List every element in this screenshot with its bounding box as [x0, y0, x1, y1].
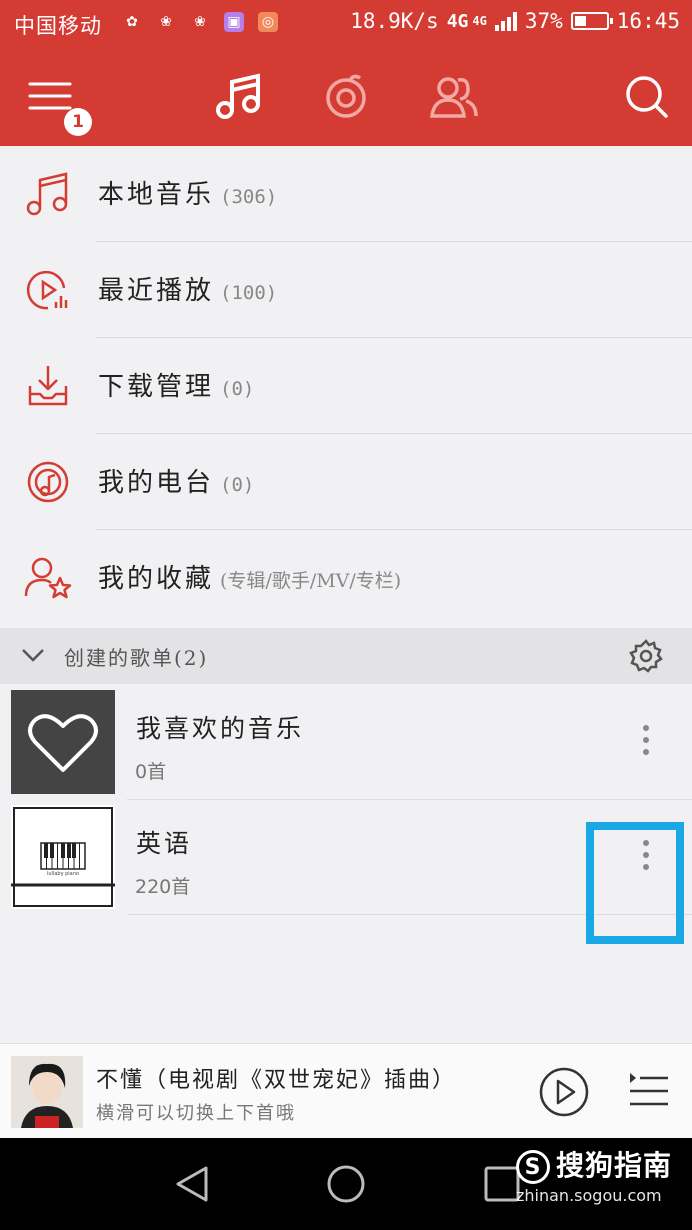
- battery-level: [574, 16, 586, 26]
- menu-count: (0): [220, 378, 255, 400]
- watermark-url: zhinan.sogou.com: [516, 1186, 662, 1205]
- music-note-icon[interactable]: [212, 70, 264, 122]
- battery-icon: [570, 12, 613, 30]
- playlist-count: 0首: [135, 761, 167, 783]
- home-icon[interactable]: [326, 1164, 366, 1204]
- notification-badge: 1: [64, 108, 92, 136]
- netease-logo-icon[interactable]: [320, 70, 372, 122]
- watermark-brand: 搜狗指南: [556, 1149, 673, 1182]
- watermark: S 搜狗指南 zhinan.sogou.com: [516, 1144, 672, 1205]
- sogou-logo-icon: S: [516, 1150, 550, 1184]
- playlist-cover: lullaby piano: [11, 805, 115, 909]
- notification-icons: ✿ ❀ ❀ ▣ ◎: [122, 12, 278, 32]
- playlist-count: 220首: [135, 876, 191, 898]
- battery-percent: 37%: [524, 9, 563, 33]
- menu-item-my-radio[interactable]: 我的电台 (0): [0, 434, 692, 530]
- now-playing-title: 不懂（电视剧《双世宠妃》插曲）: [96, 1068, 457, 1093]
- back-icon[interactable]: [172, 1164, 212, 1204]
- created-playlists-header[interactable]: 创建的歌单(2): [0, 628, 692, 684]
- recent-play-icon: [24, 266, 72, 314]
- music-note-icon: [24, 170, 72, 218]
- menu-count: (306): [220, 186, 278, 208]
- favorite-user-star-icon: [24, 554, 72, 602]
- cover-caption: lullaby piano: [47, 871, 79, 877]
- notification-icon: ❀: [160, 14, 172, 30]
- gear-icon[interactable]: [628, 638, 664, 674]
- mini-player[interactable]: 不懂（电视剧《双世宠妃》插曲） 横滑可以切换上下首哦: [0, 1043, 692, 1139]
- network-type-small: 4G: [472, 14, 487, 28]
- carrier-name: 中国移动: [14, 14, 102, 38]
- search-icon[interactable]: [620, 70, 672, 122]
- highlight-box: [586, 822, 684, 944]
- top-app-bar: 1: [0, 46, 692, 146]
- play-button[interactable]: [538, 1066, 590, 1118]
- playlist-name: 英语: [136, 829, 193, 858]
- heart-icon: [28, 714, 98, 772]
- notification-icon: ❀: [194, 14, 206, 30]
- gallery-icon: ▣: [224, 12, 244, 32]
- menu-label: 本地音乐: [98, 180, 215, 210]
- playlist-item[interactable]: 我喜欢的音乐 0首: [0, 685, 692, 800]
- now-playing-hint: 横滑可以切换上下首哦: [96, 1103, 296, 1124]
- menu-item-download-manager[interactable]: 下载管理 (0): [0, 338, 692, 434]
- app-notification-icon: ◎: [258, 12, 278, 32]
- menu-item-recent-play[interactable]: 最近播放 (100): [0, 242, 692, 338]
- menu-label: 我的收藏: [98, 564, 215, 594]
- section-title: 创建的歌单(2): [64, 646, 209, 670]
- menu-label: 我的电台: [98, 468, 215, 498]
- notification-icon: ✿: [126, 14, 138, 30]
- clock: 16:45: [616, 9, 680, 33]
- net-speed: 18.9K/s: [350, 9, 439, 33]
- menu-count: (专辑/歌手/MV/专栏): [220, 570, 402, 592]
- friends-icon[interactable]: [428, 70, 480, 122]
- piano-icon: [11, 807, 115, 907]
- menu-label: 最近播放: [98, 276, 215, 306]
- playlist-cover: [11, 690, 115, 794]
- network-type: 4G: [446, 10, 469, 32]
- radio-icon: [24, 458, 72, 506]
- download-icon: [24, 362, 72, 410]
- menu-label: 下载管理: [98, 372, 215, 402]
- menu-item-my-collection[interactable]: 我的收藏 (专辑/歌手/MV/专栏): [0, 530, 692, 626]
- playlist-queue-icon[interactable]: [628, 1072, 670, 1110]
- signal-icon: [494, 11, 517, 31]
- menu-count: (100): [220, 282, 278, 304]
- status-bar: 中国移动 ✿ ❀ ❀ ▣ ◎ 18.9K/s 4G 4G 37% 16:45: [0, 0, 692, 46]
- chevron-down-icon: [20, 644, 46, 666]
- menu-count: (0): [220, 474, 255, 496]
- more-options-icon[interactable]: [634, 723, 658, 757]
- menu-item-local-music[interactable]: 本地音乐 (306): [0, 146, 692, 242]
- album-thumbnail: [11, 1056, 83, 1128]
- playlist-name: 我喜欢的音乐: [136, 714, 305, 743]
